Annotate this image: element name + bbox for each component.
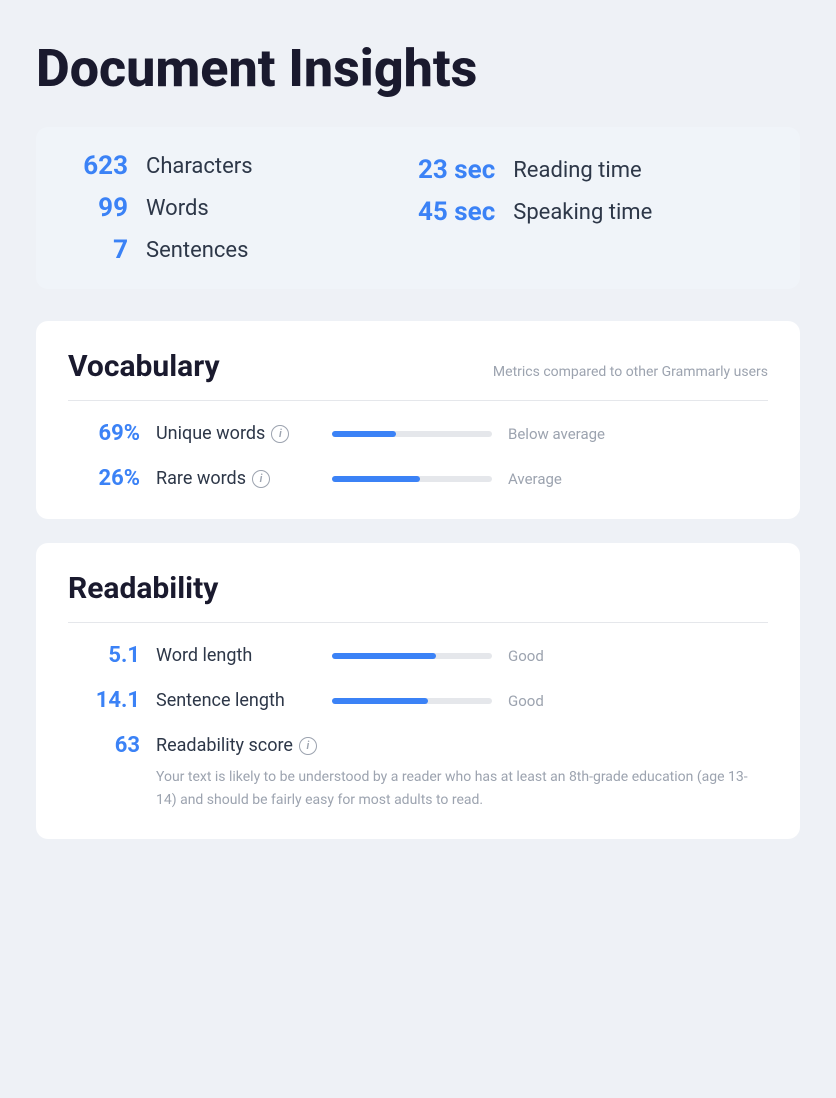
sentence-length-progress-container: Good (332, 692, 768, 710)
stat-label-speaking-time: Speaking time (513, 200, 652, 225)
readability-title: Readability (68, 571, 218, 606)
stat-value-characters: 623 (68, 151, 128, 181)
rare-words-progress-container: Average (332, 470, 768, 488)
readability-score-info-icon[interactable]: i (299, 737, 317, 755)
sentence-length-label: Sentence length (156, 690, 316, 711)
vocabulary-subtitle: Metrics compared to other Grammarly user… (493, 364, 768, 380)
sentence-length-progress-fill (332, 698, 428, 704)
rare-words-progress-bar (332, 476, 492, 482)
unique-words-progress-container: Below average (332, 425, 768, 443)
rare-words-value: 26% (68, 466, 140, 491)
stats-card: 623 Characters 99 Words 7 Sentences 23 s… (36, 127, 800, 289)
rare-words-row: 26% Rare words i Average (68, 466, 768, 491)
stats-left: 623 Characters 99 Words 7 Sentences (68, 151, 418, 265)
stats-grid: 623 Characters 99 Words 7 Sentences 23 s… (68, 151, 768, 265)
readability-header: Readability (68, 571, 768, 606)
vocabulary-divider (68, 400, 768, 401)
stat-row-words: 99 Words (68, 193, 418, 223)
readability-score-value: 63 (68, 733, 140, 758)
word-length-value: 5.1 (68, 643, 140, 668)
readability-score-row: 63 Readability score i (68, 733, 768, 758)
stat-value-reading-time: 23 sec (418, 155, 495, 185)
rare-words-label: Rare words i (156, 468, 316, 489)
stat-row-sentences: 7 Sentences (68, 235, 418, 265)
readability-section: Readability 5.1 Word length Good 14.1 Se… (36, 543, 800, 839)
sentence-length-value: 14.1 (68, 688, 140, 713)
word-length-progress-bar (332, 653, 492, 659)
word-length-progress-fill (332, 653, 436, 659)
word-length-rating: Good (508, 647, 608, 665)
readability-divider (68, 622, 768, 623)
page-title: Document Insights (36, 40, 800, 97)
stat-value-sentences: 7 (68, 235, 128, 265)
unique-words-info-icon[interactable]: i (271, 425, 289, 443)
word-length-row: 5.1 Word length Good (68, 643, 768, 668)
stat-row-reading-time: 23 sec Reading time (418, 155, 768, 185)
stat-value-words: 99 (68, 193, 128, 223)
sentence-length-rating: Good (508, 692, 608, 710)
stat-value-speaking-time: 45 sec (418, 197, 495, 227)
readability-description: Your text is likely to be understood by … (68, 766, 768, 811)
vocabulary-header: Vocabulary Metrics compared to other Gra… (68, 349, 768, 384)
rare-words-rating: Average (508, 470, 608, 488)
vocabulary-section: Vocabulary Metrics compared to other Gra… (36, 321, 800, 519)
sentence-length-progress-bar (332, 698, 492, 704)
unique-words-label: Unique words i (156, 423, 316, 444)
unique-words-value: 69% (68, 421, 140, 446)
unique-words-rating: Below average (508, 425, 608, 443)
readability-score-label: Readability score i (156, 735, 317, 756)
stats-right: 23 sec Reading time 45 sec Speaking time (418, 151, 768, 265)
stat-row-characters: 623 Characters (68, 151, 418, 181)
rare-words-progress-fill (332, 476, 420, 482)
unique-words-row: 69% Unique words i Below average (68, 421, 768, 446)
stat-row-speaking-time: 45 sec Speaking time (418, 197, 768, 227)
stat-label-sentences: Sentences (146, 238, 248, 263)
word-length-progress-container: Good (332, 647, 768, 665)
stat-label-reading-time: Reading time (513, 158, 641, 183)
word-length-label: Word length (156, 645, 316, 666)
rare-words-info-icon[interactable]: i (252, 470, 270, 488)
sentence-length-row: 14.1 Sentence length Good (68, 688, 768, 713)
unique-words-progress-fill (332, 431, 396, 437)
stat-label-words: Words (146, 196, 209, 221)
page-container: Document Insights 623 Characters 99 Word… (0, 0, 836, 913)
vocabulary-title: Vocabulary (68, 349, 220, 384)
unique-words-progress-bar (332, 431, 492, 437)
stat-label-characters: Characters (146, 154, 253, 179)
